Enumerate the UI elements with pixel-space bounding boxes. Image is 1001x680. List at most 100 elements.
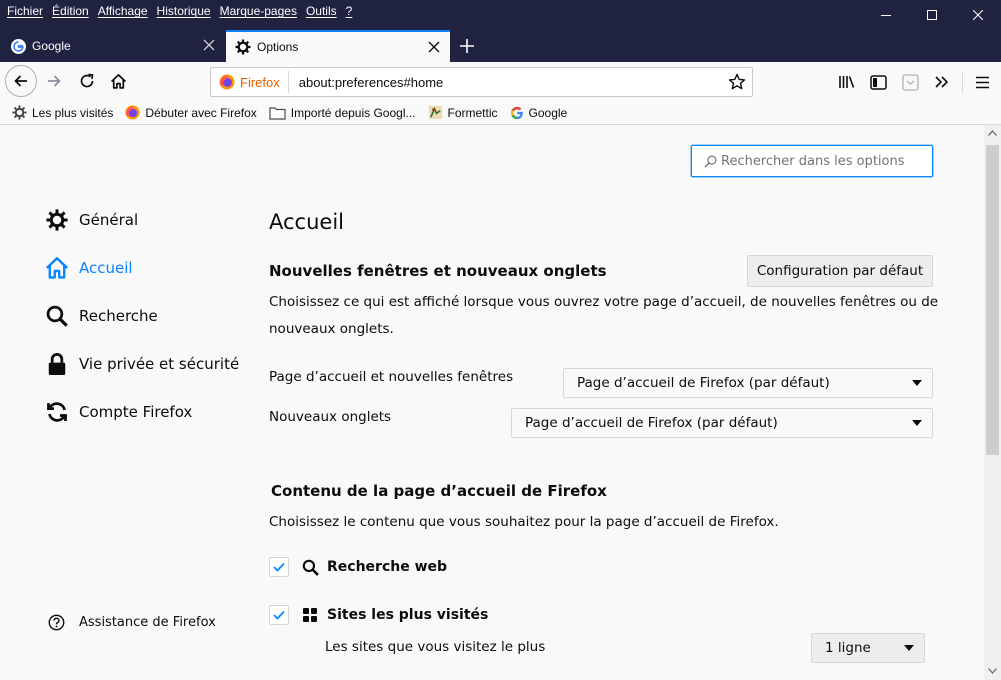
sidebar-item-recherche[interactable]: Recherche [45,302,158,330]
caret-down-icon [904,645,914,651]
minimize-button[interactable] [863,0,909,30]
bookmark-formettic[interactable]: Formettic [428,105,498,120]
menu-historique[interactable]: Historique [154,0,214,22]
scrollbar-thumb[interactable] [986,145,999,455]
firefox-icon [125,105,140,120]
sidebar-icon [869,74,887,90]
bookmark-debuter-avec-firefox[interactable]: Débuter avec Firefox [125,105,257,120]
close-window-button[interactable] [955,0,1001,30]
bookmark-label: Les plus visités [32,105,114,120]
section-title-home-content: Contenu de la page d’accueil de Firefox [271,482,607,500]
select-value: Page d’accueil de Firefox (par défaut) [525,415,778,431]
bookmark-les-plus-visites[interactable]: Les plus visités [12,105,113,120]
option-sublabel: Les sites que vous visitez le plus [325,639,546,655]
maximize-button[interactable] [909,0,955,30]
homepage-label: Page d’accueil et nouvelles fenêtres [269,369,514,385]
menu-affichage[interactable]: Affichage [95,0,151,22]
newtab-select[interactable]: Page d’accueil de Firefox (par défaut) [511,408,933,438]
tab-bar: Google Options [0,30,1001,62]
search-icon [45,304,69,328]
page-title: Accueil [269,210,344,234]
bookmark-google[interactable]: Google [510,105,568,120]
menu-outils[interactable]: Outils [303,0,340,22]
tab-title: Google [32,39,71,53]
url-bar[interactable]: Firefox about:preferences#home [210,67,753,97]
top-sites-rows-select[interactable]: 1 ligne [811,633,925,663]
tab-google[interactable]: Google [0,30,225,62]
menu-edition[interactable]: Édition [49,0,92,22]
star-icon[interactable] [728,73,746,91]
select-value: Page d’accueil de Firefox (par défaut) [577,375,830,391]
sidebar-item-vie-privee[interactable]: Vie privée et sécurité [45,350,239,378]
search-options-field[interactable] [691,145,933,177]
home-icon [45,256,69,280]
bookmark-label: Google [528,105,568,120]
caret-down-icon [912,380,922,386]
sidebar-item-general[interactable]: Général [45,206,138,234]
bookmark-label: Débuter avec Firefox [145,105,257,120]
section-description: Choisissez le contenu que vous souhaitez… [269,514,779,530]
search-icon [704,155,717,168]
scroll-down-arrow-icon[interactable] [988,668,997,674]
homepage-select[interactable]: Page d’accueil de Firefox (par défaut) [563,368,933,398]
forward-button[interactable] [44,71,64,91]
bookmark-folder-importe[interactable]: Importé depuis Googl... [269,106,416,120]
bookmarks-toolbar: Les plus visités Débuter avec Firefox Im… [0,101,1001,125]
sidebar-item-compte-firefox[interactable]: Compte Firefox [45,398,192,426]
google-icon [11,38,26,54]
menu-button[interactable] [971,71,993,93]
sync-icon [45,400,69,424]
bookmark-label: Formettic [447,105,498,120]
close-icon[interactable] [203,39,215,51]
window-controls [863,0,1001,30]
checkbox-sites-plus-visites[interactable] [269,605,289,625]
maximize-icon [927,10,937,20]
option-label: Recherche web [327,559,448,575]
navigation-bar: Firefox about:preferences#home [0,62,1001,101]
close-icon[interactable] [428,41,440,53]
firefox-support-link[interactable]: Assistance de Firefox [48,614,216,631]
new-tab-icon[interactable] [457,36,477,56]
select-value: 1 ligne [825,640,871,656]
library-button[interactable] [836,71,858,93]
minimize-icon [881,15,891,16]
restore-defaults-button[interactable]: Configuration par défaut [747,255,933,287]
newtab-label: Nouveaux onglets [269,409,392,425]
menu-fichier[interactable]: Fichier [4,0,46,22]
section-description: Choisissez ce qui est affiché lorsque vo… [269,289,938,343]
description-line: nouveaux onglets. [269,321,394,337]
reload-icon [80,73,94,88]
identity-box[interactable]: Firefox [211,71,289,93]
sidebar-button[interactable] [867,71,889,93]
menu-bar: Fichier Édition Affichage Historique Mar… [0,0,358,22]
gear-icon [45,208,69,232]
lock-icon [45,352,69,376]
tab-options[interactable]: Options [226,30,450,62]
home-button[interactable] [108,71,128,91]
sidebar-item-label: Recherche [79,307,158,325]
pocket-button[interactable] [899,71,921,93]
checkmark-icon [273,610,285,620]
vertical-scrollbar[interactable] [984,125,1001,680]
url-text[interactable]: about:preferences#home [299,75,444,90]
search-icon [301,559,319,576]
overflow-button[interactable] [931,71,953,93]
reload-button[interactable] [77,71,97,91]
back-button[interactable] [5,65,37,97]
search-options-input[interactable] [721,153,921,169]
google-icon [510,106,523,119]
menu-aide[interactable]: ? [343,0,356,22]
menu-marque-pages[interactable]: Marque-pages [217,0,300,22]
description-line: Choisissez ce qui est affiché lorsque vo… [269,294,939,310]
checkbox-recherche-web[interactable] [269,557,289,577]
folder-icon [269,106,286,120]
scroll-up-arrow-icon[interactable] [988,130,997,136]
sidebar-item-accueil[interactable]: Accueil [45,254,133,282]
sidebar-item-label: Accueil [79,259,133,277]
checkmark-icon [273,562,285,572]
tab-title: Options [257,40,299,54]
preferences-page: Général Accueil Recherche Vie privée et … [0,125,984,680]
section-title-new-windows: Nouvelles fenêtres et nouveaux onglets [269,262,607,280]
caret-down-icon [912,420,922,426]
library-icon [839,76,855,88]
